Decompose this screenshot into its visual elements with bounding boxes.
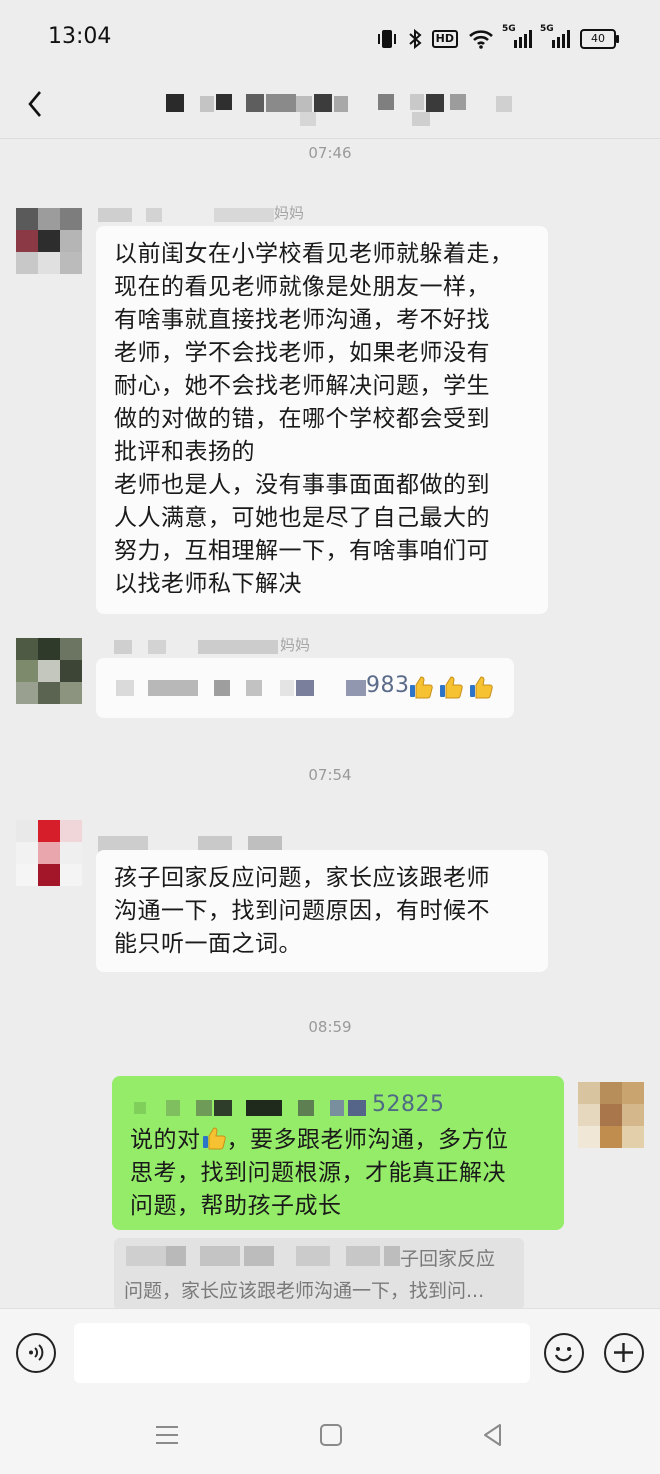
- signal-5g-icon: 5G: [502, 24, 532, 48]
- system-navigation: [0, 1400, 660, 1474]
- emoji-button[interactable]: [544, 1333, 584, 1373]
- menu-icon[interactable]: [154, 1422, 180, 1448]
- sender-name: 妈妈: [114, 636, 334, 656]
- message-input[interactable]: [74, 1323, 530, 1383]
- status-icons: HD 5G 5G 40: [376, 24, 619, 52]
- chat-title: [160, 94, 520, 128]
- avatar[interactable]: [16, 820, 82, 886]
- status-bar: 13:04 HD 5G 5G 40: [0, 0, 660, 72]
- chat-header: [0, 72, 660, 139]
- wifi-icon: [469, 30, 493, 49]
- smile-icon: [554, 1347, 573, 1362]
- timestamp: 07:46: [308, 144, 352, 162]
- voice-icon: [29, 1344, 44, 1361]
- voice-button[interactable]: [16, 1333, 56, 1373]
- back-triangle-icon[interactable]: [480, 1422, 506, 1448]
- message-bubble[interactable]: 983: [96, 658, 514, 718]
- home-icon[interactable]: [318, 1422, 344, 1448]
- plus-icon: [614, 1343, 633, 1362]
- sender-name: 妈妈: [98, 204, 318, 224]
- message-bubble[interactable]: 孩子回家反应问题，家长应该跟老师 沟通一下，找到问题原因，有时候不 能只听一面之…: [96, 850, 548, 972]
- vibrate-icon: [377, 30, 396, 48]
- bluetooth-icon: [408, 28, 422, 50]
- quoted-message[interactable]: 子回家反应 问题，家长应该跟老师沟通一下，找到问...: [114, 1238, 524, 1310]
- battery-icon: 40: [580, 29, 619, 49]
- timestamp: 07:54: [308, 766, 352, 784]
- avatar[interactable]: [16, 208, 82, 274]
- thumbs-up-icon: [470, 676, 493, 699]
- message-bubble[interactable]: 以前闺女在小学校看见老师就躲着走， 现在的看见老师就像是处朋友一样， 有啥事就直…: [96, 226, 548, 614]
- input-bar: [0, 1308, 660, 1401]
- hd-icon: HD: [431, 30, 458, 48]
- thumbs-up-icon: [440, 676, 463, 699]
- plus-button[interactable]: [604, 1333, 644, 1373]
- timestamp: 08:59: [308, 1018, 352, 1036]
- signal-5g-icon: 5G: [540, 24, 570, 48]
- thumbs-up-icon: [410, 676, 433, 699]
- chevron-left-icon[interactable]: [18, 84, 58, 124]
- avatar-self[interactable]: [578, 1082, 644, 1148]
- mention-text: 52825: [372, 1092, 445, 1117]
- status-time: 13:04: [48, 24, 112, 49]
- thumbs-up-icon: [202, 1127, 226, 1150]
- message-bubble-self[interactable]: 52825 说的对 ，要多跟老师沟通，多方位 思考，找到问题根源，才能真正解决 …: [112, 1076, 564, 1230]
- mention-text: 983: [366, 673, 410, 698]
- avatar[interactable]: [16, 638, 82, 704]
